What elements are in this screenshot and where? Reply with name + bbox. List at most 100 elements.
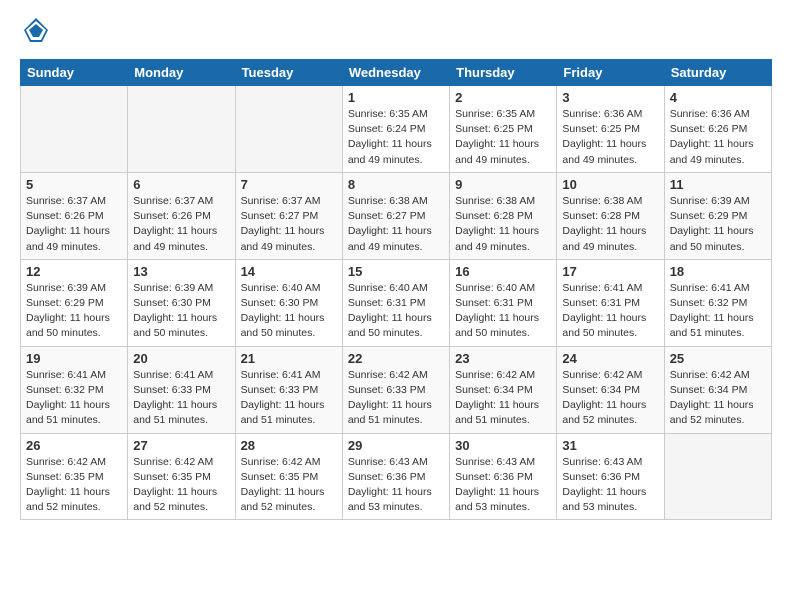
day-number: 13 bbox=[133, 264, 229, 279]
day-number: 23 bbox=[455, 351, 551, 366]
day-info: Sunrise: 6:42 AMSunset: 6:35 PMDaylight:… bbox=[26, 455, 122, 516]
day-number: 6 bbox=[133, 177, 229, 192]
day-info: Sunrise: 6:40 AMSunset: 6:30 PMDaylight:… bbox=[241, 281, 337, 342]
day-cell: 10 Sunrise: 6:38 AMSunset: 6:28 PMDayligh… bbox=[557, 172, 664, 259]
day-info: Sunrise: 6:39 AMSunset: 6:30 PMDaylight:… bbox=[133, 281, 229, 342]
day-number: 27 bbox=[133, 438, 229, 453]
day-cell: 28Sunrise: 6:42 AMSunset: 6:35 PMDayligh… bbox=[235, 433, 342, 520]
day-number: 10 bbox=[562, 177, 658, 192]
day-cell: 8 Sunrise: 6:38 AMSunset: 6:27 PMDaylight… bbox=[342, 172, 449, 259]
day-cell: 7 Sunrise: 6:37 AMSunset: 6:27 PMDaylight… bbox=[235, 172, 342, 259]
day-info: Sunrise: 6:40 AMSunset: 6:31 PMDaylight:… bbox=[455, 281, 551, 342]
day-number: 18 bbox=[670, 264, 766, 279]
week-row-0: 1Sunrise: 6:35 AMSunset: 6:24 PMDaylight… bbox=[21, 86, 772, 173]
day-cell bbox=[235, 86, 342, 173]
day-info: Sunrise: 6:39 AMSunset: 6:29 PMDaylight:… bbox=[670, 194, 766, 255]
day-info: Sunrise: 6:42 AMSunset: 6:34 PMDaylight:… bbox=[670, 368, 766, 429]
day-cell: 20 Sunrise: 6:41 AMSunset: 6:33 PMDayligh… bbox=[128, 346, 235, 433]
day-number: 1 bbox=[348, 90, 444, 105]
day-number: 22 bbox=[348, 351, 444, 366]
col-header-friday: Friday bbox=[557, 60, 664, 86]
day-cell: 27 Sunrise: 6:42 AMSunset: 6:35 PMDayligh… bbox=[128, 433, 235, 520]
day-info: Sunrise: 6:41 AMSunset: 6:32 PMDaylight:… bbox=[26, 368, 122, 429]
day-cell: 29Sunrise: 6:43 AMSunset: 6:36 PMDayligh… bbox=[342, 433, 449, 520]
day-info: Sunrise: 6:40 AMSunset: 6:31 PMDaylight:… bbox=[348, 281, 444, 342]
day-number: 24 bbox=[562, 351, 658, 366]
logo bbox=[20, 16, 50, 49]
day-info: Sunrise: 6:43 AMSunset: 6:36 PMDaylight:… bbox=[455, 455, 551, 516]
day-cell: 25 Sunrise: 6:42 AMSunset: 6:34 PMDayligh… bbox=[664, 346, 771, 433]
day-info: Sunrise: 6:38 AMSunset: 6:27 PMDaylight:… bbox=[348, 194, 444, 255]
day-info: Sunrise: 6:41 AMSunset: 6:33 PMDaylight:… bbox=[241, 368, 337, 429]
page: SundayMondayTuesdayWednesdayThursdayFrid… bbox=[0, 0, 792, 530]
day-number: 16 bbox=[455, 264, 551, 279]
day-cell: 24Sunrise: 6:42 AMSunset: 6:34 PMDayligh… bbox=[557, 346, 664, 433]
day-cell bbox=[21, 86, 128, 173]
day-number: 5 bbox=[26, 177, 122, 192]
day-number: 9 bbox=[455, 177, 551, 192]
day-cell bbox=[128, 86, 235, 173]
day-cell: 13 Sunrise: 6:39 AMSunset: 6:30 PMDayligh… bbox=[128, 259, 235, 346]
calendar-table: SundayMondayTuesdayWednesdayThursdayFrid… bbox=[20, 59, 772, 520]
day-cell: 15 Sunrise: 6:40 AMSunset: 6:31 PMDayligh… bbox=[342, 259, 449, 346]
day-cell: 12 Sunrise: 6:39 AMSunset: 6:29 PMDayligh… bbox=[21, 259, 128, 346]
day-cell: 4 Sunrise: 6:36 AMSunset: 6:26 PMDaylight… bbox=[664, 86, 771, 173]
day-cell: 22 Sunrise: 6:42 AMSunset: 6:33 PMDayligh… bbox=[342, 346, 449, 433]
day-cell: 9 Sunrise: 6:38 AMSunset: 6:28 PMDaylight… bbox=[450, 172, 557, 259]
day-info: Sunrise: 6:42 AMSunset: 6:34 PMDaylight:… bbox=[455, 368, 551, 429]
day-cell: 19Sunrise: 6:41 AMSunset: 6:32 PMDayligh… bbox=[21, 346, 128, 433]
day-cell: 17Sunrise: 6:41 AMSunset: 6:31 PMDayligh… bbox=[557, 259, 664, 346]
day-cell bbox=[664, 433, 771, 520]
week-row-2: 12 Sunrise: 6:39 AMSunset: 6:29 PMDayligh… bbox=[21, 259, 772, 346]
day-number: 3 bbox=[562, 90, 658, 105]
day-number: 4 bbox=[670, 90, 766, 105]
col-header-sunday: Sunday bbox=[21, 60, 128, 86]
day-cell: 16 Sunrise: 6:40 AMSunset: 6:31 PMDayligh… bbox=[450, 259, 557, 346]
day-info: Sunrise: 6:36 AMSunset: 6:25 PMDaylight:… bbox=[562, 107, 658, 168]
day-cell: 30Sunrise: 6:43 AMSunset: 6:36 PMDayligh… bbox=[450, 433, 557, 520]
day-cell: 18Sunrise: 6:41 AMSunset: 6:32 PMDayligh… bbox=[664, 259, 771, 346]
day-number: 12 bbox=[26, 264, 122, 279]
logo-text bbox=[20, 16, 50, 49]
col-header-thursday: Thursday bbox=[450, 60, 557, 86]
day-info: Sunrise: 6:37 AMSunset: 6:26 PMDaylight:… bbox=[26, 194, 122, 255]
day-info: Sunrise: 6:38 AMSunset: 6:28 PMDaylight:… bbox=[455, 194, 551, 255]
day-info: Sunrise: 6:42 AMSunset: 6:35 PMDaylight:… bbox=[133, 455, 229, 516]
day-info: Sunrise: 6:41 AMSunset: 6:33 PMDaylight:… bbox=[133, 368, 229, 429]
day-cell: 6 Sunrise: 6:37 AMSunset: 6:26 PMDaylight… bbox=[128, 172, 235, 259]
day-number: 2 bbox=[455, 90, 551, 105]
day-number: 7 bbox=[241, 177, 337, 192]
day-cell: 14 Sunrise: 6:40 AMSunset: 6:30 PMDayligh… bbox=[235, 259, 342, 346]
day-info: Sunrise: 6:42 AMSunset: 6:33 PMDaylight:… bbox=[348, 368, 444, 429]
day-number: 25 bbox=[670, 351, 766, 366]
day-cell: 23 Sunrise: 6:42 AMSunset: 6:34 PMDayligh… bbox=[450, 346, 557, 433]
day-info: Sunrise: 6:38 AMSunset: 6:28 PMDaylight:… bbox=[562, 194, 658, 255]
col-header-wednesday: Wednesday bbox=[342, 60, 449, 86]
col-header-tuesday: Tuesday bbox=[235, 60, 342, 86]
header-row: SundayMondayTuesdayWednesdayThursdayFrid… bbox=[21, 60, 772, 86]
day-cell: 5 Sunrise: 6:37 AMSunset: 6:26 PMDaylight… bbox=[21, 172, 128, 259]
day-info: Sunrise: 6:43 AMSunset: 6:36 PMDaylight:… bbox=[562, 455, 658, 516]
day-info: Sunrise: 6:36 AMSunset: 6:26 PMDaylight:… bbox=[670, 107, 766, 168]
day-info: Sunrise: 6:37 AMSunset: 6:26 PMDaylight:… bbox=[133, 194, 229, 255]
day-cell: 31 Sunrise: 6:43 AMSunset: 6:36 PMDayligh… bbox=[557, 433, 664, 520]
header bbox=[20, 16, 772, 49]
week-row-3: 19Sunrise: 6:41 AMSunset: 6:32 PMDayligh… bbox=[21, 346, 772, 433]
day-cell: 1Sunrise: 6:35 AMSunset: 6:24 PMDaylight… bbox=[342, 86, 449, 173]
day-info: Sunrise: 6:43 AMSunset: 6:36 PMDaylight:… bbox=[348, 455, 444, 516]
col-header-saturday: Saturday bbox=[664, 60, 771, 86]
day-cell: 26Sunrise: 6:42 AMSunset: 6:35 PMDayligh… bbox=[21, 433, 128, 520]
day-number: 8 bbox=[348, 177, 444, 192]
day-number: 20 bbox=[133, 351, 229, 366]
week-row-1: 5 Sunrise: 6:37 AMSunset: 6:26 PMDaylight… bbox=[21, 172, 772, 259]
day-info: Sunrise: 6:39 AMSunset: 6:29 PMDaylight:… bbox=[26, 281, 122, 342]
day-info: Sunrise: 6:37 AMSunset: 6:27 PMDaylight:… bbox=[241, 194, 337, 255]
day-number: 31 bbox=[562, 438, 658, 453]
day-number: 15 bbox=[348, 264, 444, 279]
day-cell: 21Sunrise: 6:41 AMSunset: 6:33 PMDayligh… bbox=[235, 346, 342, 433]
day-number: 14 bbox=[241, 264, 337, 279]
logo-icon bbox=[22, 16, 50, 44]
week-row-4: 26Sunrise: 6:42 AMSunset: 6:35 PMDayligh… bbox=[21, 433, 772, 520]
day-cell: 3 Sunrise: 6:36 AMSunset: 6:25 PMDaylight… bbox=[557, 86, 664, 173]
day-info: Sunrise: 6:42 AMSunset: 6:35 PMDaylight:… bbox=[241, 455, 337, 516]
